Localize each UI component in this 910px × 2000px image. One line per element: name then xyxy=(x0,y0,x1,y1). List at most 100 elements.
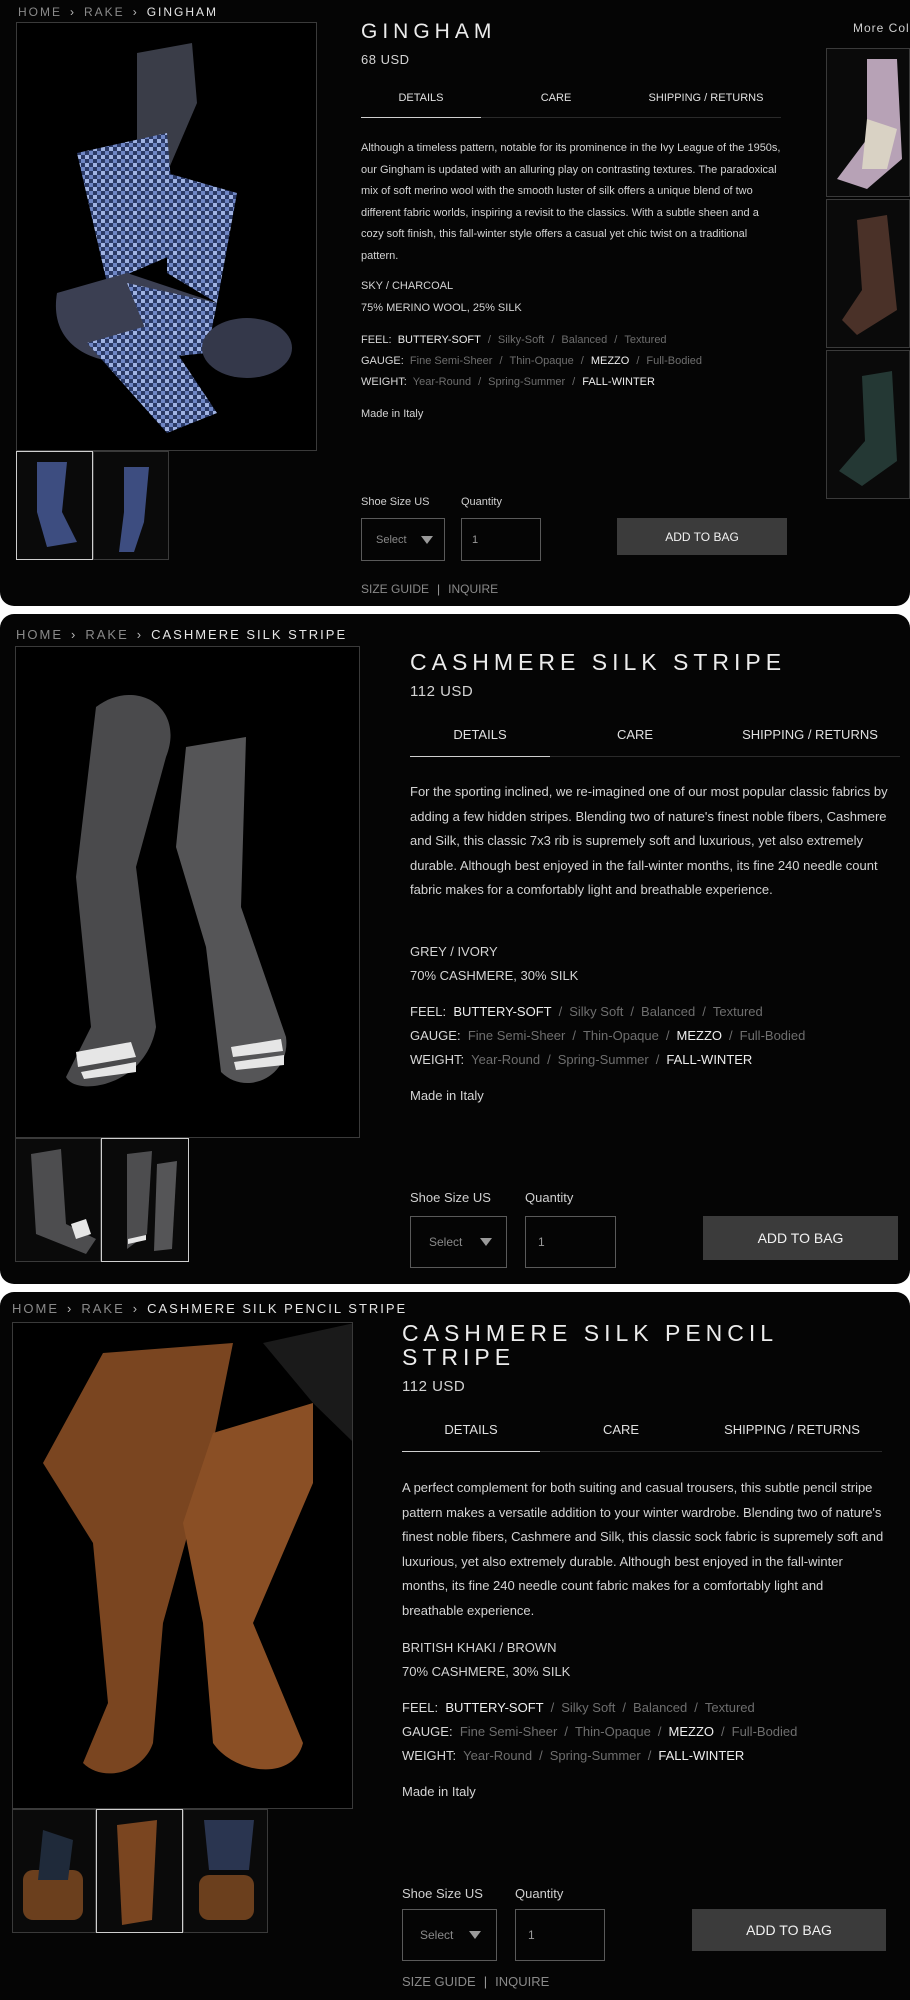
breadcrumb-home[interactable]: HOME xyxy=(16,627,63,642)
tab-details[interactable]: DETAILS xyxy=(410,727,550,757)
feel-option: BUTTERY-SOFT xyxy=(445,1700,544,1715)
product-material: 75% MERINO WOOL, 25% SILK xyxy=(361,302,522,314)
main-product-image[interactable] xyxy=(15,646,360,1138)
weight-option: Spring-Summer xyxy=(549,1748,641,1763)
add-to-bag-button[interactable]: ADD TO BAG xyxy=(617,518,787,555)
thumbnail-1[interactable] xyxy=(12,1809,96,1933)
weight-option: Spring-Summer xyxy=(557,1052,649,1067)
chevron-right-icon: › xyxy=(136,627,144,642)
chevron-right-icon: › xyxy=(70,5,76,19)
size-guide-link[interactable]: SIZE GUIDE xyxy=(361,582,429,596)
gauge-option: Thin-Opaque xyxy=(509,355,574,367)
product-material: 70% CASHMERE, 30% SILK xyxy=(402,1664,571,1679)
more-colors-label: More Colo xyxy=(853,21,910,35)
quantity-value: 1 xyxy=(528,1928,535,1942)
tab-care[interactable]: CARE xyxy=(550,727,720,756)
gauge-row: GAUGE: Fine Semi-Sheer / Thin-Opaque / MEZZO… xyxy=(410,1028,806,1043)
product-color: GREY / IVORY xyxy=(410,944,498,959)
weight-option: Year-Round xyxy=(463,1748,533,1763)
quantity-input[interactable]: 1 xyxy=(461,518,541,561)
tab-details[interactable]: DETAILS xyxy=(402,1422,540,1452)
shoe-size-select[interactable]: Select xyxy=(361,518,445,561)
gauge-label: GAUGE: xyxy=(402,1724,453,1739)
gauge-option: Full-Bodied xyxy=(646,355,703,367)
gauge-option: Thin-Opaque xyxy=(574,1724,651,1739)
weight-row: WEIGHT: Year-Round / Spring-Summer / FALL-WI… xyxy=(361,376,655,388)
chevron-right-icon: › xyxy=(71,627,78,642)
thumbnail-1[interactable] xyxy=(15,1138,101,1262)
breadcrumb: HOME › RAKE › GINGHAM xyxy=(18,5,218,19)
breadcrumb-home[interactable]: HOME xyxy=(12,1301,59,1316)
weight-option: Year-Round xyxy=(471,1052,541,1067)
main-product-image[interactable] xyxy=(16,22,317,451)
thumbnail-3[interactable] xyxy=(183,1809,268,1933)
tab-details[interactable]: DETAILS xyxy=(361,92,481,118)
tab-shipping[interactable]: SHIPPING / RETURNS xyxy=(702,1422,882,1451)
thumbnail-2[interactable] xyxy=(93,451,169,560)
gauge-option: Fine Semi-Sheer xyxy=(409,355,493,367)
product-panel-cashmere-silk-stripe: HOME › RAKE › CASHMERE SILK STRIPE CASHMERE … xyxy=(0,614,910,1284)
sock-thumb-icon xyxy=(31,1149,96,1254)
sock-thumb-icon xyxy=(127,1151,177,1251)
breadcrumb: HOME › RAKE › CASHMERE SILK PENCIL STRIPE xyxy=(12,1301,407,1316)
divider: | xyxy=(437,582,441,596)
weight-row: WEIGHT: Year-Round / Spring-Summer / FALL-WI… xyxy=(402,1748,745,1763)
quantity-input[interactable]: 1 xyxy=(515,1909,605,1961)
main-product-image[interactable] xyxy=(12,1322,353,1809)
sock-thumb-icon xyxy=(23,1830,83,1920)
product-title-line-2: STRIPE xyxy=(402,1344,516,1370)
feel-row: FEEL: BUTTERY-SOFT / Silky Soft / Balanced / T… xyxy=(402,1700,755,1715)
color-swatch-1[interactable] xyxy=(826,48,910,197)
size-guide-link[interactable]: SIZE GUIDE xyxy=(402,1974,476,1989)
inquire-link[interactable]: INQUIRE xyxy=(495,1974,549,1989)
color-swatch-2[interactable] xyxy=(826,199,910,348)
breadcrumb-home[interactable]: HOME xyxy=(18,5,62,19)
shoe-size-select[interactable]: Select xyxy=(410,1216,507,1268)
shoe-size-value: Select xyxy=(429,1235,463,1249)
thumbnail-2[interactable] xyxy=(96,1809,183,1933)
tab-care[interactable]: CARE xyxy=(481,92,631,117)
inquire-link[interactable]: INQUIRE xyxy=(448,582,498,596)
product-origin: Made in Italy xyxy=(402,1784,476,1799)
add-to-bag-button[interactable]: ADD TO BAG xyxy=(692,1909,886,1951)
feel-row: FEEL: BUTTERY-SOFT / Silky Soft / Balanced / T… xyxy=(410,1004,763,1019)
weight-option: Spring-Summer xyxy=(488,376,566,388)
product-color: SKY / CHARCOAL xyxy=(361,280,454,292)
feel-option: Textured xyxy=(624,334,667,346)
product-price: 112 USD xyxy=(402,1378,466,1395)
product-price: 112 USD xyxy=(410,683,474,700)
feel-label: FEEL: xyxy=(402,1700,439,1715)
quantity-input[interactable]: 1 xyxy=(525,1216,616,1268)
add-to-bag-button[interactable]: ADD TO BAG xyxy=(703,1216,898,1260)
chevron-right-icon: › xyxy=(67,1301,74,1316)
sock-thumb-icon xyxy=(837,59,902,189)
feel-option: Balanced xyxy=(641,1004,696,1019)
breadcrumb-current: CASHMERE SILK PENCIL STRIPE xyxy=(147,1301,408,1316)
weight-option: FALL-WINTER xyxy=(582,376,655,388)
product-panel-gingham: HOME › RAKE › GINGHAM GINGHAM 68 USD DET… xyxy=(0,0,910,606)
chevron-down-icon xyxy=(480,1238,493,1246)
breadcrumb-rake[interactable]: RAKE xyxy=(81,1301,124,1316)
quantity-label: Quantity xyxy=(461,496,502,508)
tab-shipping[interactable]: SHIPPING / RETURNS xyxy=(631,92,781,117)
shoe-size-value: Select xyxy=(420,1928,454,1942)
product-description: A perfect complement for both suiting an… xyxy=(402,1480,884,1618)
breadcrumb-rake[interactable]: RAKE xyxy=(84,5,125,19)
feel-label: FEEL: xyxy=(410,1004,447,1019)
gauge-row: GAUGE: Fine Semi-Sheer / Thin-Opaque / MEZZO… xyxy=(361,355,703,367)
product-panel-cashmere-silk-pencil-stripe: HOME › RAKE › CASHMERE SILK PENCIL STRIPE CA… xyxy=(0,1292,910,2000)
gauge-option: MEZZO xyxy=(676,1028,723,1043)
product-tabs: DETAILS CARE SHIPPING / RETURNS xyxy=(361,92,781,118)
tab-care[interactable]: CARE xyxy=(540,1422,702,1451)
shoe-size-select[interactable]: Select xyxy=(402,1909,497,1961)
gauge-option: Thin-Opaque xyxy=(582,1028,659,1043)
gauge-row: GAUGE: Fine Semi-Sheer / Thin-Opaque / MEZZO… xyxy=(402,1724,798,1739)
thumbnail-1[interactable] xyxy=(16,451,93,560)
tab-shipping[interactable]: SHIPPING / RETURNS xyxy=(720,727,900,756)
shoe-size-value: Select xyxy=(376,533,407,546)
breadcrumb-rake[interactable]: RAKE xyxy=(85,627,128,642)
feel-option: BUTTERY-SOFT xyxy=(397,334,481,346)
color-swatch-3[interactable] xyxy=(826,350,910,499)
thumbnail-2[interactable] xyxy=(101,1138,189,1262)
gauge-option: Fine Semi-Sheer xyxy=(459,1724,558,1739)
